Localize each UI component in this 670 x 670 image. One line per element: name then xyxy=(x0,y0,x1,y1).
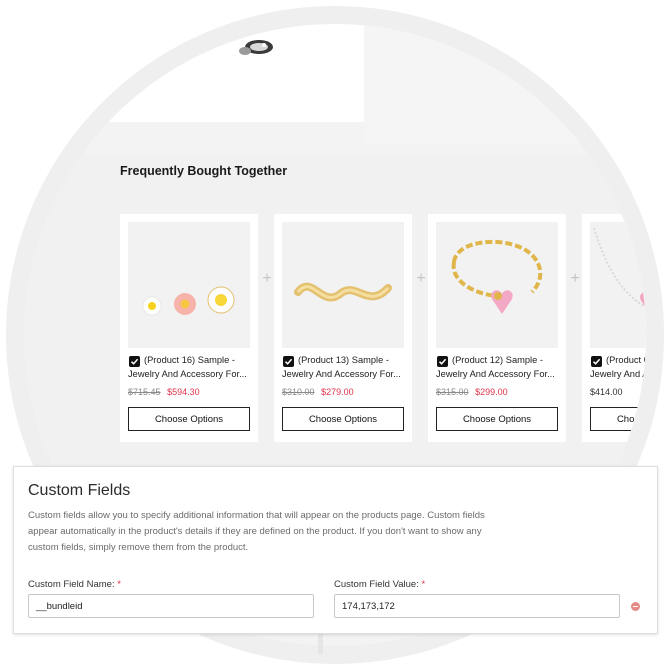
old-price: $715.45 xyxy=(128,387,161,397)
product-image-pink-necklace[interactable] xyxy=(590,222,646,348)
price-group: $310.00 $279.00 xyxy=(282,387,354,397)
plus-icon: + xyxy=(262,270,272,287)
background-panel xyxy=(364,24,646,144)
sale-price: $279.00 xyxy=(321,387,354,397)
sale-price: $299.00 xyxy=(475,387,508,397)
product-card: (Product 16) Sample - Jewelry And Access… xyxy=(120,214,258,442)
frame-divider xyxy=(318,634,323,654)
product-name[interactable]: (Product 16) Sample - Jewelry And Access… xyxy=(128,354,253,382)
label-text: Custom Field Value: xyxy=(334,579,419,590)
choose-options-button[interactable]: Choose Options xyxy=(436,407,558,431)
price: $414.00 xyxy=(590,387,623,397)
label-text: Custom Field Name: xyxy=(28,579,115,590)
plus-icon: + xyxy=(570,270,580,287)
price-group: $315.00 $299.00 xyxy=(436,387,508,397)
plus-icon: + xyxy=(416,270,426,287)
custom-field-value-label: Custom Field Value: * xyxy=(334,579,425,590)
custom-field-name-input[interactable]: __bundleid xyxy=(28,594,314,618)
old-price: $315.00 xyxy=(436,387,469,397)
product-card: (Product 12) Sample - Jewelry And Access… xyxy=(428,214,566,442)
product-name[interactable]: (Product 08) Sample - Jewelry And Access… xyxy=(590,354,646,382)
product-image-heart-bracelet[interactable] xyxy=(436,222,558,348)
magnified-view: Frequently Bought Together (Product 16) … xyxy=(0,0,670,670)
custom-field-value-input[interactable]: 174,173,172 xyxy=(334,594,620,618)
panel-description: Custom fields allow you to specify addit… xyxy=(28,510,485,553)
frequently-bought-together: Frequently Bought Together (Product 16) … xyxy=(24,154,646,474)
ring-product-image xyxy=(239,40,273,55)
product-name[interactable]: (Product 13) Sample - Jewelry And Access… xyxy=(282,354,407,382)
required-mark: * xyxy=(117,579,121,590)
choose-options-button[interactable]: Choose Options xyxy=(282,407,404,431)
product-card: (Product 13) Sample - Jewelry And Access… xyxy=(274,214,412,442)
product-image-area xyxy=(24,24,364,122)
product-image-wave-cuff[interactable] xyxy=(282,222,404,348)
product-card: (Product 08) Sample - Jewelry And Access… xyxy=(582,214,646,442)
custom-field-name-label: Custom Field Name: * xyxy=(28,579,121,590)
product-name[interactable]: (Product 12) Sample - Jewelry And Access… xyxy=(436,354,561,382)
choose-options-button[interactable]: Choose Options xyxy=(128,407,250,431)
sale-price: $594.30 xyxy=(167,387,200,397)
price-group: $414.00 xyxy=(590,387,623,397)
old-price: $310.00 xyxy=(282,387,315,397)
product-image-flower-rings[interactable] xyxy=(128,222,250,348)
remove-field-icon[interactable] xyxy=(631,602,640,611)
custom-fields-panel: Custom Fields Custom fields allow you to… xyxy=(13,466,658,634)
choose-options-button[interactable]: Choose Options xyxy=(590,407,646,431)
section-title: Frequently Bought Together xyxy=(120,164,288,178)
panel-title: Custom Fields xyxy=(28,482,131,499)
required-mark: * xyxy=(421,579,426,590)
price-group: $715.45 $594.30 xyxy=(128,387,200,397)
